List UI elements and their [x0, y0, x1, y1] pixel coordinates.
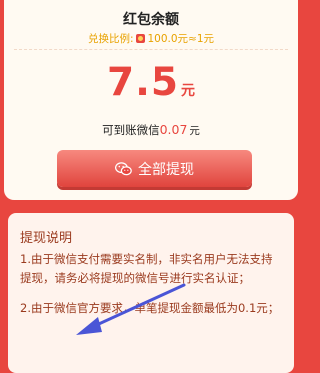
balance-amount: 7.5: [106, 60, 180, 105]
exchange-rate-label: 兑换比例:: [87, 33, 134, 45]
wechat-receivable-row: 可到账微信0.07 元: [4, 122, 298, 138]
balance-card: 红包余额 兑换比例: 100.0元≈1元 7.5 元 可到账微信0.07 元 全部提现: [4, 0, 298, 200]
page-title: 红包余额: [123, 12, 179, 28]
balance-amount-row: 7.5 元: [4, 60, 298, 105]
dashed-divider: [14, 49, 288, 50]
exchange-rate-row: 兑换比例: 100.0元≈1元: [4, 31, 298, 46]
wechat-receivable-amount: 0.07: [159, 122, 188, 137]
withdraw-all-button[interactable]: 全部提现: [57, 150, 252, 187]
balance-unit: 元: [181, 83, 196, 99]
coin-icon: [135, 34, 145, 43]
wechat-receivable-unit: 元: [189, 125, 200, 137]
withdraw-all-label: 全部提现: [138, 161, 194, 178]
notes-title: 提现说明: [20, 231, 73, 246]
pointer-arrow-icon: [76, 283, 186, 335]
exchange-rate-value: 100.0元≈1元: [147, 33, 215, 45]
wechat-icon: [115, 161, 132, 175]
wechat-receivable-label: 可到账微信: [102, 123, 160, 137]
